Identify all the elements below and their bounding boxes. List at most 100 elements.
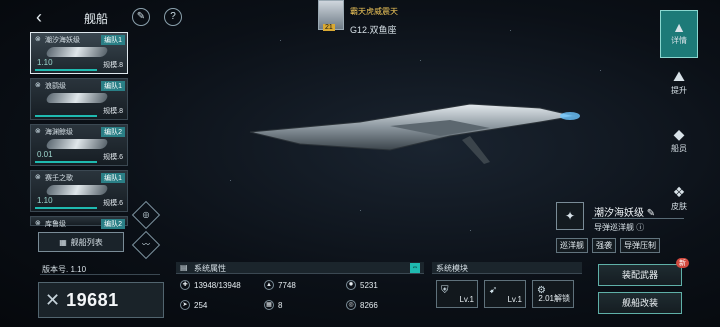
- tab-details[interactable]: ▲ 详情: [660, 10, 698, 58]
- module-slot[interactable]: ⛨ Lv.1: [436, 280, 478, 308]
- module-slot[interactable]: ⚙ 2.01解锁: [532, 280, 574, 308]
- ship-class-icon: ⊗: [35, 82, 41, 89]
- ship-card-name: 海渊鲸级: [45, 129, 73, 136]
- ship-card-name: 库鲁级: [45, 221, 66, 228]
- back-button[interactable]: ‹: [36, 8, 54, 26]
- speed-icon: ➤: [180, 300, 190, 310]
- ship-card[interactable]: ⊗ 库鲁级 编队2: [30, 216, 128, 229]
- cargo-icon: ▲: [264, 280, 274, 290]
- modules-title: 系统模块: [436, 264, 468, 273]
- ship-version: 0.01: [37, 150, 53, 159]
- tab-upgrade[interactable]: ⛰ 提升: [660, 68, 698, 116]
- refit-ship-button[interactable]: 舰船改装: [598, 292, 682, 314]
- ship-class-icon: ⊗: [35, 36, 41, 43]
- ship-list-button[interactable]: ▦ 舰船列表: [38, 232, 124, 252]
- ship-card[interactable]: ⊗ 赛壬之歌 编队1 1.10 规模.6: [30, 170, 128, 212]
- ship-list-button-label: 舰船列表: [70, 237, 103, 247]
- ship-type: 导弹巡洋舰: [594, 223, 634, 232]
- attribute-hp: ✚ 13948/13948: [180, 280, 241, 290]
- ship-version: 1.10: [37, 196, 53, 205]
- crossed-swords-icon: ✕: [45, 289, 61, 310]
- attribute-grid: ▦ 8: [264, 300, 282, 310]
- ship-scale: 规模.8: [103, 108, 123, 115]
- hp-bar: [35, 207, 97, 209]
- attributes-header: ▤ 系统属性 ⇔: [176, 262, 424, 274]
- help-icon: ?: [170, 11, 176, 22]
- upgrade-icon: ⛰: [673, 68, 685, 84]
- player-name: 霸天虎威震天: [350, 7, 398, 16]
- info-icon[interactable]: ⓘ: [636, 223, 644, 232]
- attribute-value: 254: [194, 300, 208, 310]
- fleet-badge: 编队2: [101, 127, 125, 137]
- toggle-button[interactable]: ⇔: [410, 263, 420, 273]
- ship-card[interactable]: ⊗ 潮汐海妖级 编队1 1.10 规模.8: [30, 32, 128, 74]
- ship-list: ⊗ 潮汐海妖级 编队1 1.10 规模.8 ⊗ 浪鹞级 编队1 规模.8 ⊗ 海…: [30, 32, 130, 230]
- attribute-value: 8: [278, 300, 283, 310]
- tab-label: 提升: [671, 86, 687, 95]
- module-level: Lv.1: [459, 295, 474, 304]
- module-slot[interactable]: ➹ Lv.1: [484, 280, 526, 308]
- ship-scale: 规模.6: [103, 200, 123, 207]
- formation-icon: ◎: [142, 210, 150, 219]
- ship-scale: 规模.8: [103, 62, 123, 69]
- attribute-target: ◎ 8266: [346, 300, 378, 310]
- tab-crew[interactable]: ◆ 船员: [660, 126, 698, 174]
- tag: 强袭: [592, 238, 616, 253]
- new-badge: 新: [676, 258, 689, 268]
- attribute-value: 5231: [360, 280, 378, 290]
- version-panel: 版本号. 1.10 ✕ 19681: [36, 260, 164, 326]
- tab-label: 皮肤: [671, 202, 687, 211]
- player-info: 21 霸天虎威震天 G12.双鱼座: [318, 0, 398, 36]
- ship-version: 1.10: [37, 58, 53, 67]
- attribute-value: 13948/13948: [194, 280, 241, 290]
- ship-emblem-icon: ✦: [556, 202, 584, 230]
- hp-bar: [35, 115, 97, 117]
- armor-icon: ✹: [346, 280, 356, 290]
- attribute-value: 8266: [360, 300, 378, 310]
- hp-bar: [35, 69, 97, 71]
- power-value: 19681: [66, 289, 119, 310]
- tab-label: 船员: [671, 144, 687, 153]
- hp-bar: [35, 161, 97, 163]
- details-icon: ▲: [672, 19, 686, 35]
- target-icon: ◎: [346, 300, 356, 310]
- ship-subtitle: 导弹巡洋舰 ⓘ: [594, 222, 644, 233]
- tag: 巡洋舰: [556, 238, 588, 253]
- ship-tags: 巡洋舰 强袭 导弹压制: [556, 238, 686, 253]
- tab-skin[interactable]: ❖ 皮肤: [660, 184, 698, 232]
- ship-class-icon: ⊗: [35, 220, 41, 227]
- ship-card[interactable]: ⊗ 海渊鲸级 编队2 0.01 规模.6: [30, 124, 128, 166]
- formation-button[interactable]: ◎: [131, 200, 161, 230]
- crew-icon: ◆: [673, 126, 685, 142]
- module-level: 2.01解锁: [538, 294, 570, 303]
- grid-icon: ▦: [264, 300, 274, 310]
- ship-thumbnail: [45, 185, 109, 195]
- ship-card[interactable]: ⊗ 浪鹞级 编队1 规模.8: [30, 78, 128, 120]
- signal-icon: 〰: [142, 240, 150, 249]
- fleet-badge: 编队1: [101, 173, 125, 183]
- player-rank: G12.双鱼座: [350, 25, 397, 35]
- help-button[interactable]: ?: [164, 8, 182, 26]
- shield-icon: ⛨: [441, 285, 449, 296]
- chevron-left-icon: ‹: [36, 7, 42, 27]
- wrench-icon: ✎: [136, 11, 146, 22]
- missile-icon: ➹: [489, 285, 498, 296]
- ship-scale: 规模.6: [103, 154, 123, 161]
- grid-icon: ▦: [59, 237, 67, 247]
- avatar[interactable]: 21: [318, 0, 344, 31]
- avatar-level: 21: [323, 24, 335, 31]
- ship-class-icon: ⊗: [35, 174, 41, 181]
- equip-weapons-button[interactable]: 装配武器: [598, 264, 682, 286]
- fleet-badge: 编队1: [101, 35, 125, 45]
- right-tabs: ▲ 详情 ⛰ 提升 ◆ 船员 ❖ 皮肤: [660, 10, 698, 242]
- ship-class-icon: ⊗: [35, 128, 41, 135]
- ship-title[interactable]: 潮汐海妖级 ✎: [594, 204, 655, 219]
- fleet-badge: 编队1: [101, 81, 125, 91]
- attribute-value: 7748: [278, 280, 296, 290]
- module-level: Lv.1: [507, 295, 522, 304]
- wrench-button[interactable]: ✎: [132, 8, 150, 26]
- attributes-icon: ▤: [180, 263, 188, 272]
- signal-button[interactable]: 〰: [131, 230, 161, 260]
- ship-card-name: 浪鹞级: [45, 83, 66, 90]
- ship-thumbnail: [45, 47, 109, 57]
